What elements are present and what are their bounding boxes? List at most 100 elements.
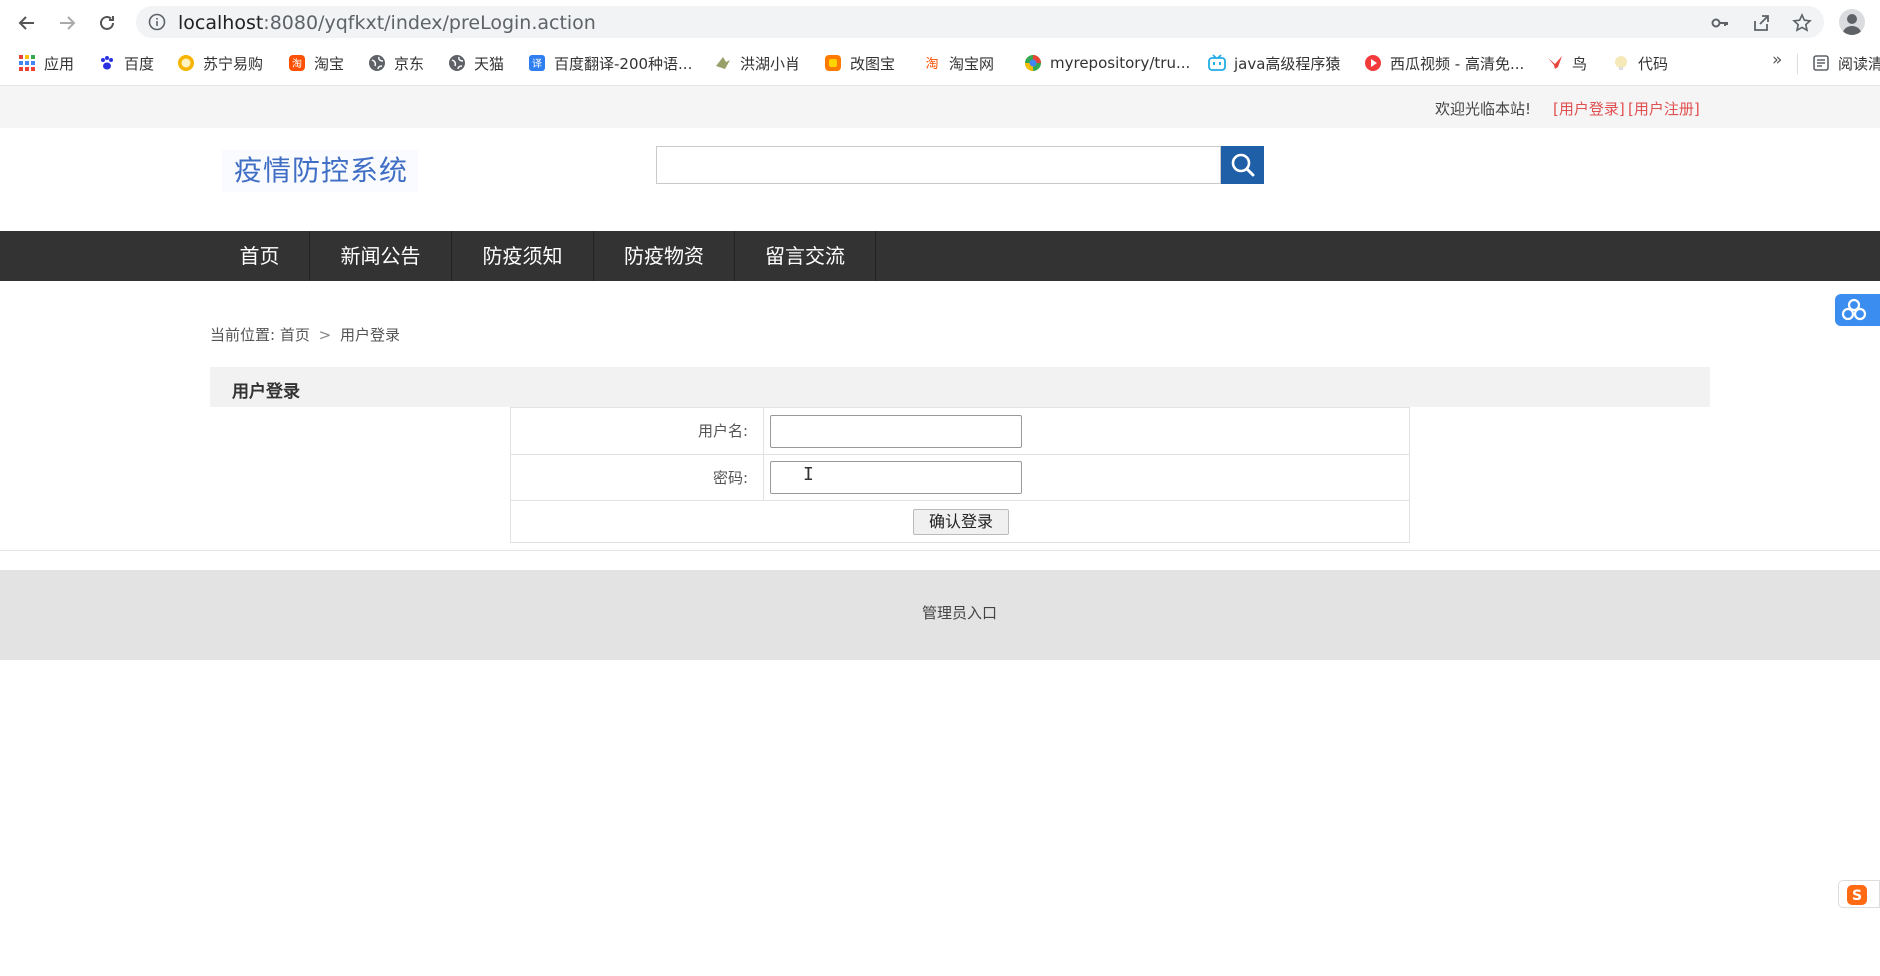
translate-icon: 译 (528, 54, 546, 72)
back-arrow-icon[interactable] (14, 10, 40, 36)
search-button[interactable] (1221, 146, 1264, 184)
taobao-icon: 淘 (288, 54, 306, 72)
bookmark-label: 西瓜视频 - 高清免... (1390, 54, 1525, 73)
bookmark-label: 百度翻译-200种语... (554, 54, 693, 73)
bird-icon (714, 54, 732, 72)
bookmark-label: 代码 (1638, 54, 1669, 73)
profile-avatar-icon[interactable] (1839, 9, 1865, 35)
share-icon[interactable] (1751, 13, 1771, 33)
key-icon[interactable] (1710, 13, 1730, 33)
bookmark-item[interactable]: 洪湖小肖 (714, 52, 800, 74)
apps-grid-icon (18, 54, 36, 72)
confirm-login-button[interactable]: 确认登录 (913, 509, 1009, 535)
login-form: 用户名: 密码: 确认登录 (510, 407, 1410, 543)
bookmark-item[interactable]: 西瓜视频 - 高清免... (1364, 52, 1524, 74)
taobao-icon: 淘 (923, 54, 941, 72)
bookmark-item[interactable]: 苏宁易购 (177, 52, 263, 74)
bulb-icon (1612, 54, 1630, 72)
gaitubao-icon (824, 54, 842, 72)
login-panel-header: 用户登录 (210, 367, 1710, 407)
bookmark-label: 淘宝 (314, 54, 345, 73)
bookmark-label: 应用 (44, 54, 75, 73)
bookmark-item[interactable]: 百度 (98, 52, 154, 74)
suning-lion-icon (177, 54, 195, 72)
bookmark-label: 改图宝 (850, 54, 896, 73)
site-topbar: 欢迎光临本站! [用户登录] [用户注册] (0, 86, 1880, 128)
site-header: 疫情防控系统 (0, 128, 1880, 231)
breadcrumb-home-link[interactable]: 首页 (280, 326, 310, 344)
browser-chrome: localhost:8080/yqfkxt/index/preLogin.act… (0, 0, 1880, 86)
bookmark-label: 鸟 (1572, 54, 1588, 73)
cloud-sync-widget[interactable] (1835, 294, 1880, 326)
baidu-paw-icon (98, 54, 116, 72)
bookmark-item[interactable]: 鸟 (1546, 52, 1587, 74)
reading-list-button[interactable]: 阅读清 (1812, 52, 1880, 74)
bookmark-label: 淘宝网 (949, 54, 995, 73)
globe-icon (368, 54, 386, 72)
bookmark-item[interactable]: 京东 (368, 52, 424, 74)
bookmark-item[interactable]: java高级程序猿 (1208, 52, 1340, 74)
bookmarks-bar: 应用 百度 苏宁易购 淘淘宝 京东 天猫 译百度翻译-200种语... 洪湖小肖… (0, 48, 1880, 78)
breadcrumb: 当前位置: 首页 > 用户登录 (210, 324, 400, 345)
colorful-circle-icon (1024, 54, 1042, 72)
user-login-link[interactable]: [用户登录] (1553, 98, 1625, 119)
bookmark-item[interactable]: 淘淘宝 (288, 52, 344, 74)
footer-divider (0, 550, 1880, 551)
bookmarks-overflow-button[interactable]: » (1772, 50, 1782, 70)
info-icon[interactable] (148, 13, 166, 31)
star-icon[interactable] (1792, 13, 1812, 33)
admin-entrance-link[interactable]: 管理员入口 (922, 602, 997, 623)
bookmark-item[interactable]: 改图宝 (824, 52, 895, 74)
reload-icon[interactable] (94, 10, 120, 36)
browser-toolbar: localhost:8080/yqfkxt/index/preLogin.act… (0, 0, 1880, 44)
search-icon (1231, 153, 1254, 177)
bookmark-item[interactable]: myrepository/tru... (1024, 52, 1190, 74)
bookmark-label: 洪湖小肖 (740, 54, 801, 73)
nav-item-prevention-notice[interactable]: 防疫须知 (452, 231, 594, 281)
text-cursor-icon: I (803, 464, 814, 485)
bilibili-tv-icon (1208, 54, 1226, 72)
reading-list-icon (1812, 54, 1830, 72)
password-label: 密码: (511, 455, 764, 500)
svg-text:译: 译 (532, 58, 542, 70)
bookmark-item[interactable]: 应用 (18, 52, 74, 74)
nav-item-supplies[interactable]: 防疫物资 (594, 231, 735, 281)
cloud-icon (1841, 298, 1867, 321)
nav-item-messages[interactable]: 留言交流 (735, 231, 876, 281)
bookmark-label: java高级程序猿 (1234, 54, 1341, 73)
forward-arrow-icon[interactable] (54, 10, 80, 36)
site-logo[interactable]: 疫情防控系统 (222, 150, 418, 192)
sogou-input-widget[interactable]: S (1838, 880, 1880, 908)
bookmark-item[interactable]: 译百度翻译-200种语... (528, 52, 692, 74)
password-row: 密码: (511, 455, 1409, 501)
play-circle-icon (1364, 54, 1382, 72)
bookmark-item[interactable]: 代码 (1612, 52, 1668, 74)
reading-list-label: 阅读清 (1838, 54, 1880, 73)
bookmarks-separator (1797, 54, 1798, 74)
nav-item-home[interactable]: 首页 (210, 231, 310, 281)
breadcrumb-current: 用户登录 (340, 326, 401, 344)
svg-text:淘: 淘 (925, 57, 938, 72)
username-label: 用户名: (511, 408, 764, 454)
bookmark-label: 百度 (124, 54, 155, 73)
nav-item-news[interactable]: 新闻公告 (310, 231, 452, 281)
address-bar[interactable]: localhost:8080/yqfkxt/index/preLogin.act… (136, 6, 1824, 38)
bookmark-item[interactable]: 淘淘宝网 (923, 52, 994, 74)
welcome-text: 欢迎光临本站! (1435, 100, 1532, 118)
bookmark-label: myrepository/tru... (1050, 54, 1191, 72)
username-row: 用户名: (511, 408, 1409, 455)
main-nav: 首页 新闻公告 防疫须知 防疫物资 留言交流 (0, 231, 1880, 281)
site-footer: 管理员入口 (0, 570, 1880, 660)
url-path: :8080/yqfkxt/index/preLogin.action (263, 12, 596, 34)
username-input[interactable] (770, 415, 1022, 448)
user-register-link[interactable]: [用户注册] (1628, 98, 1700, 119)
search-input[interactable] (656, 146, 1221, 184)
breadcrumb-prefix: 当前位置: (210, 326, 276, 344)
url-host: localhost (178, 12, 264, 34)
login-panel-title: 用户登录 (232, 382, 300, 402)
url-text[interactable]: localhost:8080/yqfkxt/index/preLogin.act… (178, 12, 596, 34)
bird-red-icon (1546, 54, 1564, 72)
svg-text:淘: 淘 (292, 57, 302, 70)
bookmark-item[interactable]: 天猫 (448, 52, 504, 74)
globe-icon (448, 54, 466, 72)
